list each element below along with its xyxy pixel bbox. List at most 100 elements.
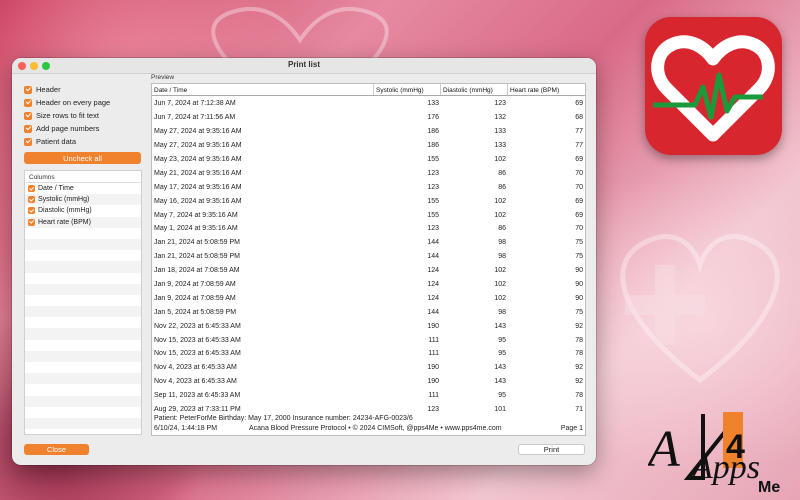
cell-heart-rate: 78 — [575, 336, 583, 344]
cell-date: Nov 4, 2023 at 6:45:33 AM — [154, 364, 237, 372]
table-row: May 7, 2024 at 9:35:16 AM 155 102 69 — [152, 208, 585, 222]
cell-diastolic: 102 — [494, 267, 506, 275]
print-list-window: Print list Header Header on every page Siz… — [12, 58, 596, 465]
column-header-date: Date / Time — [152, 84, 374, 95]
option-checkbox[interactable] — [24, 111, 32, 120]
table-row: May 27, 2024 at 9:35:16 AM 186 133 77 — [152, 125, 585, 139]
column-item-label: Date / Time — [38, 185, 74, 193]
cell-diastolic: 143 — [494, 378, 506, 386]
table-row: May 27, 2024 at 9:35:16 AM 186 133 77 — [152, 139, 585, 153]
empty-row — [25, 417, 141, 430]
cell-date: May 27, 2024 at 9:35:16 AM — [154, 128, 242, 136]
cell-diastolic: 102 — [494, 294, 506, 302]
cell-heart-rate: 69 — [575, 211, 583, 219]
column-header-diastolic: Diastolic (mmHg) — [441, 84, 508, 95]
cell-date: May 27, 2024 at 9:35:16 AM — [154, 142, 242, 150]
columns-list: Columns Date / Time Systolic (mmHg) Diasto… — [24, 170, 142, 435]
option-label: Patient data — [36, 137, 77, 146]
cell-systolic: 133 — [427, 100, 439, 108]
option-row[interactable]: Size rows to fit text — [24, 109, 144, 122]
column-checkbox[interactable] — [28, 196, 35, 204]
print-button[interactable]: Print — [518, 444, 585, 455]
cell-systolic: 155 — [427, 211, 439, 219]
cell-date: Nov 15, 2023 at 6:45:33 AM — [154, 336, 241, 344]
option-checkbox[interactable] — [24, 98, 32, 107]
cell-heart-rate: 75 — [575, 253, 583, 261]
cell-date: Jan 18, 2024 at 7:08:59 AM — [154, 267, 240, 275]
column-item[interactable]: Systolic (mmHg) — [25, 194, 141, 206]
cell-systolic: 123 — [427, 169, 439, 177]
option-row[interactable]: Header — [24, 83, 144, 96]
table-row: Nov 4, 2023 at 6:45:33 AM 190 143 92 — [152, 375, 585, 389]
column-checkbox[interactable] — [28, 218, 35, 226]
cell-diastolic: 98 — [498, 308, 506, 316]
cell-diastolic: 102 — [494, 281, 506, 289]
cell-diastolic: 102 — [494, 211, 506, 219]
cell-date: Jan 9, 2024 at 7:08:59 AM — [154, 294, 236, 302]
column-item[interactable]: Date / Time — [25, 183, 141, 194]
cell-systolic: 155 — [427, 156, 439, 163]
cell-heart-rate: 69 — [575, 100, 583, 108]
option-checkbox[interactable] — [24, 85, 32, 94]
cell-heart-rate: 78 — [575, 392, 583, 400]
column-checkbox[interactable] — [28, 185, 35, 193]
cell-diastolic: 98 — [498, 253, 506, 261]
table-row: May 23, 2024 at 9:35:16 AM 155 102 69 — [152, 153, 585, 167]
option-row[interactable]: Patient data — [24, 135, 144, 148]
column-item[interactable]: Diastolic (mmHg) — [25, 205, 141, 216]
table-row: Jan 18, 2024 at 7:08:59 AM 124 102 90 — [152, 264, 585, 278]
column-checkbox[interactable] — [28, 207, 35, 215]
cell-diastolic: 132 — [494, 114, 506, 122]
preview-label: Preview — [151, 74, 175, 81]
table-row: Jan 9, 2024 at 7:08:59 AM 124 102 90 — [152, 291, 585, 305]
uncheck-all-button[interactable]: Uncheck all — [24, 152, 141, 164]
cell-systolic: 123 — [427, 406, 439, 414]
cell-date: Jan 9, 2024 at 7:08:59 AM — [154, 281, 236, 289]
cell-systolic: 111 — [428, 350, 439, 358]
cell-systolic: 190 — [427, 378, 439, 386]
table-row: Jan 21, 2024 at 5:08:59 PM 144 98 75 — [152, 250, 585, 264]
cell-systolic: 190 — [427, 322, 439, 330]
cell-systolic: 176 — [427, 114, 439, 122]
cell-systolic: 155 — [427, 197, 439, 205]
apps4me-logo: A Apps 4 Me — [645, 408, 798, 496]
cell-systolic: 190 — [427, 364, 439, 372]
cell-systolic: 123 — [427, 225, 439, 233]
empty-row — [25, 340, 141, 351]
cell-heart-rate: 92 — [575, 322, 583, 330]
option-row[interactable]: Header on every page — [24, 96, 144, 109]
page-number: Page 1 — [560, 425, 583, 432]
background-cross-decoration — [625, 265, 705, 345]
cell-heart-rate: 68 — [575, 114, 583, 122]
table-row: Nov 22, 2023 at 6:45:33 AM 190 143 92 — [152, 319, 585, 333]
cell-heart-rate: 75 — [575, 308, 583, 316]
cell-diastolic: 95 — [498, 392, 506, 400]
title-bar: Print list — [12, 58, 596, 74]
option-row[interactable]: Add page numbers — [24, 122, 144, 135]
column-item-label: Systolic (mmHg) — [38, 196, 90, 204]
cell-heart-rate: 92 — [575, 378, 583, 386]
print-date: 6/10/24, 1:44:18 PM — [154, 425, 218, 432]
cell-heart-rate: 90 — [575, 294, 583, 302]
table-row: Aug 29, 2023 at 7:33:11 PM 123 101 71 — [152, 403, 585, 415]
cell-date: Jan 21, 2024 at 5:08:59 PM — [154, 253, 241, 261]
heart-pulse-app-icon — [651, 35, 775, 142]
cell-date: Sep 11, 2023 at 6:45:33 AM — [154, 392, 241, 400]
cell-heart-rate: 69 — [575, 197, 583, 205]
column-item[interactable]: Heart rate (BPM) — [25, 216, 141, 228]
cell-heart-rate: 77 — [575, 128, 583, 136]
table-row: May 17, 2024 at 9:35:16 AM 123 86 70 — [152, 180, 585, 194]
table-row: Nov 15, 2023 at 6:45:33 AM 111 95 78 — [152, 347, 585, 361]
cell-systolic: 123 — [427, 183, 439, 191]
option-checkbox[interactable] — [24, 137, 32, 146]
table-row: Nov 4, 2023 at 6:45:33 AM 190 143 92 — [152, 361, 585, 375]
cell-date: Jan 21, 2024 at 5:08:59 PM — [154, 239, 241, 247]
option-checkbox[interactable] — [24, 124, 32, 133]
table-row: Sep 11, 2023 at 6:45:33 AM 111 95 78 — [152, 389, 585, 403]
cell-systolic: 186 — [427, 128, 439, 136]
cell-heart-rate: 75 — [575, 239, 583, 247]
table-row: May 21, 2024 at 9:35:16 AM 123 86 70 — [152, 166, 585, 180]
close-button[interactable]: Close — [24, 444, 89, 455]
empty-row — [25, 295, 141, 306]
table-rows[interactable]: Jun 7, 2024 at 7:12:38 AM 133 123 69 Jun 7, … — [152, 97, 585, 415]
